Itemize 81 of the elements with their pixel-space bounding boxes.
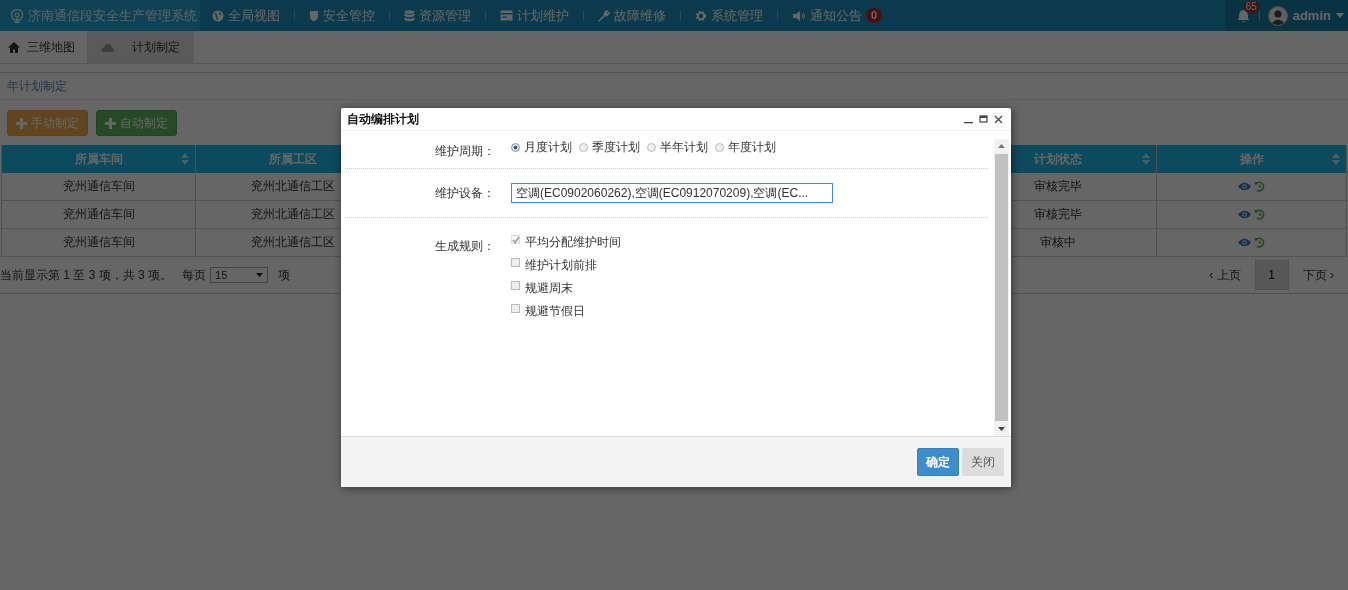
- checkbox[interactable]: [511, 304, 520, 313]
- nav-item[interactable]: 系统管理: [681, 6, 777, 25]
- breadcrumb: 年计划制定: [7, 79, 67, 93]
- page-size-unit: 项: [278, 266, 291, 284]
- shield-icon: [309, 9, 319, 22]
- wrench-icon: [598, 9, 610, 22]
- checkbox[interactable]: [511, 258, 520, 267]
- radio-option[interactable]: 季度计划: [579, 139, 640, 156]
- dialog-button[interactable]: 关闭: [962, 448, 1004, 476]
- column-header[interactable]: 所属车间: [2, 145, 196, 173]
- nav-item[interactable]: 全局视图: [200, 6, 294, 25]
- table-cell: 兖州通信车间: [2, 229, 196, 257]
- scroll-down-icon[interactable]: [998, 427, 1005, 431]
- logo-icon: [10, 8, 24, 23]
- settings-icon: [695, 9, 707, 22]
- sort-icon: [181, 153, 189, 165]
- page-size-label: 每页: [182, 266, 207, 284]
- page-size-select[interactable]: 15: [210, 267, 269, 283]
- scroll-up-icon[interactable]: [998, 144, 1005, 148]
- checkbox-option[interactable]: 规避节假日: [511, 303, 621, 320]
- nav-item[interactable]: 资源管理: [390, 6, 485, 25]
- prev-page-link[interactable]: ‹ 上页: [1199, 266, 1251, 284]
- field-label: 维护设备：: [434, 184, 496, 202]
- close-icon[interactable]: [994, 114, 1003, 124]
- column-title: 操作: [1239, 150, 1264, 168]
- dialog-title: 自动编排计划: [347, 110, 419, 128]
- radio-button[interactable]: [647, 143, 656, 152]
- radio-option[interactable]: 年度计划: [715, 139, 776, 156]
- column-header[interactable]: 操作: [1157, 145, 1347, 173]
- dialog-button[interactable]: 确定: [917, 448, 959, 476]
- eye-icon[interactable]: [1238, 182, 1251, 191]
- database-icon: [404, 9, 415, 22]
- action-button[interactable]: 手动制定: [7, 110, 88, 136]
- radio-option[interactable]: 半年计划: [647, 139, 708, 156]
- radio-option[interactable]: 月度计划: [511, 139, 572, 156]
- checkbox-option[interactable]: 维护计划前排: [511, 257, 621, 274]
- page-button[interactable]: 1: [1254, 260, 1289, 290]
- scrollbar[interactable]: [994, 139, 1009, 436]
- radio-button[interactable]: [511, 143, 520, 152]
- plus-icon: [16, 117, 27, 129]
- undo-icon[interactable]: [1254, 237, 1265, 248]
- field-label: 维护周期：: [434, 143, 496, 160]
- avatar-icon: [1267, 5, 1288, 26]
- next-page-link[interactable]: 下页 ›: [1292, 266, 1344, 284]
- nav-item[interactable]: 故障维修: [584, 6, 680, 25]
- checkbox[interactable]: [511, 281, 520, 290]
- tab[interactable]: 计划制定: [87, 31, 194, 63]
- user-menu[interactable]: admin: [1267, 5, 1344, 26]
- card-icon: [500, 10, 513, 21]
- home-icon: [8, 41, 20, 53]
- count-badge: 0: [866, 8, 883, 23]
- caret-icon: [1336, 13, 1344, 18]
- count-badge: 65: [1243, 1, 1259, 13]
- maximize-icon[interactable]: [979, 114, 988, 124]
- speaker-icon: [792, 9, 806, 22]
- app-title: 济南通信段安全生产管理系统: [28, 6, 197, 25]
- checkbox-option[interactable]: 规避周末: [511, 280, 621, 297]
- app-logo-bar[interactable]: 济南通信段安全生产管理系统: [0, 0, 200, 31]
- globe-icon: [212, 9, 224, 22]
- nav-item[interactable]: 通知公告 0: [778, 6, 897, 25]
- input-field[interactable]: 空调(EC0902060262),空调(EC0912070209),空调(EC...: [511, 183, 833, 203]
- column-title: 计划状态: [1033, 150, 1082, 168]
- eye-icon[interactable]: [1238, 238, 1251, 247]
- eye-icon[interactable]: [1238, 210, 1251, 219]
- radio-button[interactable]: [579, 143, 588, 152]
- nav-item[interactable]: 安全管控: [295, 6, 389, 25]
- cloud-icon: [101, 42, 114, 52]
- table-cell: 兖州通信车间: [2, 173, 196, 201]
- undo-icon[interactable]: [1254, 209, 1265, 220]
- page-summary: 当前显示第 1 至 3 项，共 3 项。: [0, 266, 173, 284]
- column-title: 所属车间: [74, 150, 123, 168]
- column-title: 所属工区: [269, 150, 317, 168]
- field-label: 生成规则：: [434, 238, 496, 255]
- sort-icon: [1332, 153, 1340, 165]
- sort-icon: [1142, 153, 1150, 165]
- table-cell: 兖州通信车间: [2, 201, 196, 229]
- undo-icon[interactable]: [1254, 181, 1265, 192]
- caret-icon: [256, 273, 264, 277]
- bell-icon: [1236, 8, 1250, 23]
- radio-button[interactable]: [715, 143, 724, 152]
- nav-item[interactable]: 计划维护: [486, 6, 583, 25]
